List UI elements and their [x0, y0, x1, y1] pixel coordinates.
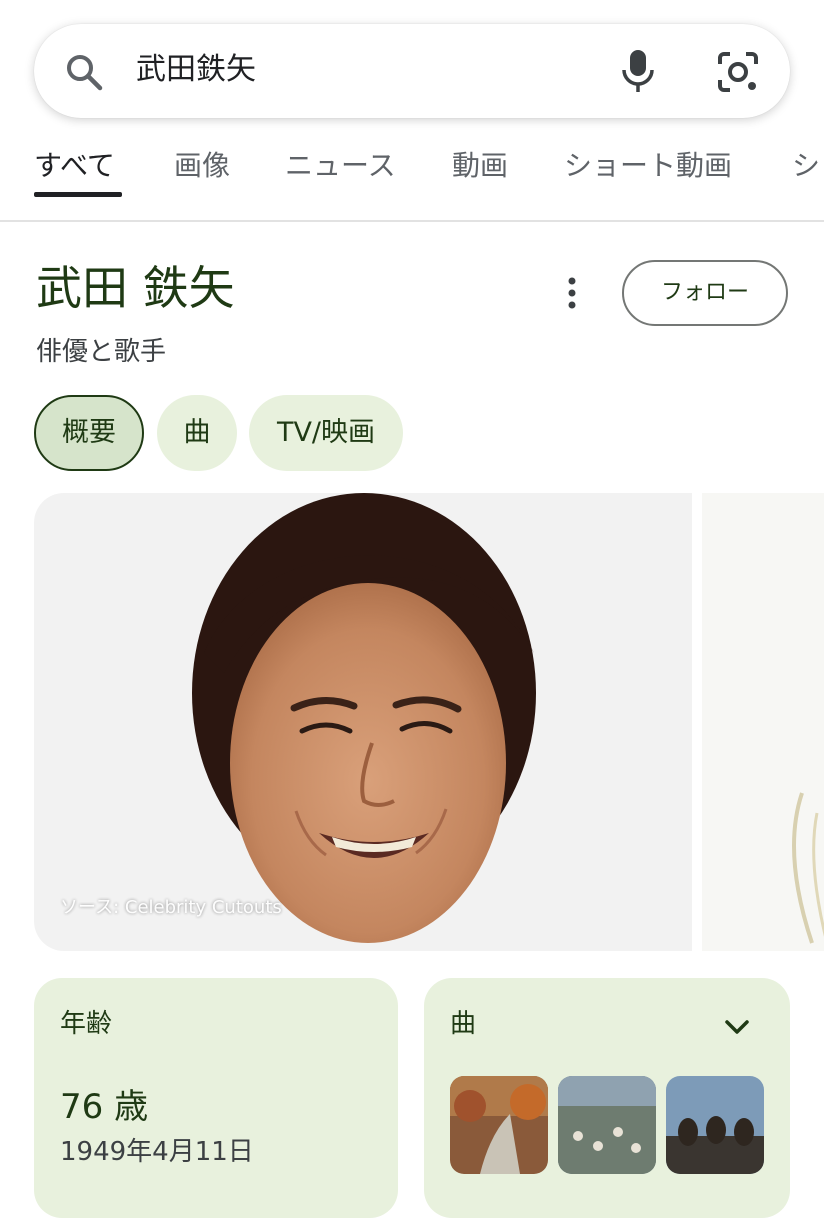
- face-cutout-illustration: [192, 493, 536, 943]
- age-card[interactable]: 年齢 76 歳 1949年4月11日: [34, 978, 398, 1218]
- secondary-image[interactable]: [702, 493, 824, 951]
- song-thumbnail-art: [558, 1076, 656, 1174]
- tab-more[interactable]: シ: [792, 146, 820, 186]
- song-thumbnail[interactable]: [666, 1076, 764, 1174]
- age-value: 76 歳: [60, 1087, 149, 1127]
- active-tab-indicator: [34, 192, 122, 197]
- search-bar[interactable]: 武田鉄矢: [34, 24, 790, 118]
- chevron-down-icon[interactable]: [720, 1010, 754, 1044]
- microphone-icon[interactable]: [618, 46, 658, 96]
- search-icon[interactable]: [64, 52, 104, 92]
- song-thumbnail-art: [450, 1076, 548, 1174]
- follow-button[interactable]: フォロー: [622, 260, 788, 326]
- chip-songs[interactable]: 曲: [157, 395, 237, 471]
- song-thumbnail[interactable]: [558, 1076, 656, 1174]
- more-options-icon[interactable]: [556, 272, 588, 316]
- songs-card[interactable]: 曲: [424, 978, 790, 1218]
- song-thumbnail-art: [666, 1076, 764, 1174]
- tab-images[interactable]: 画像: [174, 146, 230, 186]
- age-label: 年齢: [60, 1009, 113, 1039]
- birthdate: 1949年4月11日: [60, 1137, 254, 1167]
- chip-tv-movies[interactable]: TV/映画: [249, 395, 403, 471]
- tab-all[interactable]: すべて: [34, 146, 115, 186]
- search-input[interactable]: 武田鉄矢: [136, 50, 256, 90]
- image-source-caption: ソース: Celebrity Cutouts: [60, 897, 282, 918]
- songs-label: 曲: [450, 1009, 477, 1039]
- secondary-image-art: [702, 493, 824, 951]
- main-image[interactable]: ソース: Celebrity Cutouts: [34, 493, 692, 951]
- entity-title: 武田 鉄矢: [36, 261, 235, 315]
- chip-overview[interactable]: 概要: [34, 395, 144, 471]
- entity-subtitle: 俳優と歌手: [36, 337, 167, 367]
- camera-lens-icon[interactable]: [716, 50, 760, 94]
- song-thumbnail[interactable]: [450, 1076, 548, 1174]
- search-tabs: すべて 画像 ニュース 動画 ショート動画 シ: [0, 140, 824, 222]
- tab-short-videos[interactable]: ショート動画: [564, 146, 732, 186]
- tab-news[interactable]: ニュース: [285, 146, 396, 186]
- tab-videos[interactable]: 動画: [452, 146, 508, 186]
